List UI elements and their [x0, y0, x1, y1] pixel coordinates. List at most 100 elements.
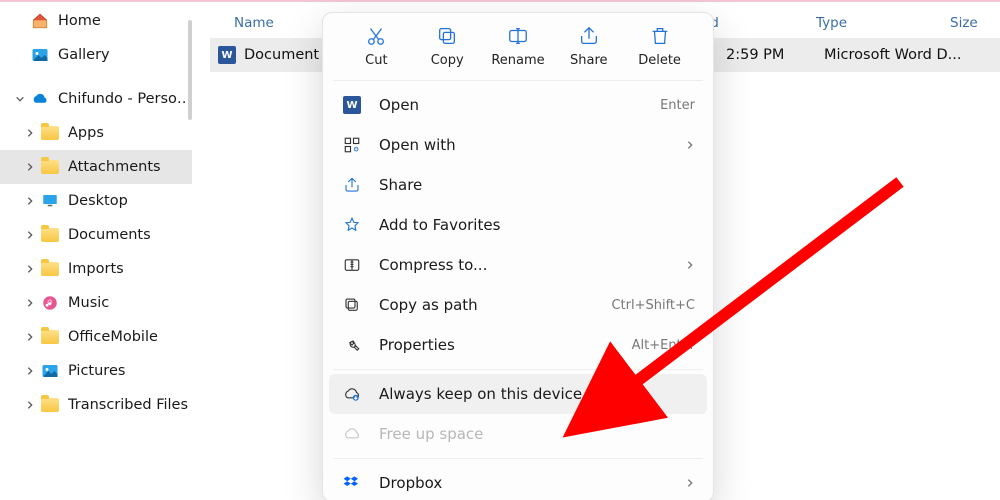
- sidebar-item-attachments[interactable]: Attachments: [0, 150, 192, 184]
- menu-item-label: Share: [379, 176, 695, 194]
- sidebar-item-officemobile[interactable]: OfficeMobile: [0, 320, 192, 354]
- sidebar-item-apps[interactable]: Apps: [0, 116, 192, 150]
- rename-button[interactable]: Rename: [488, 25, 548, 68]
- wrench-icon: [341, 336, 363, 354]
- tool-label: Share: [570, 53, 608, 68]
- file-date: 2:59 PM: [726, 47, 784, 63]
- spacer: [14, 49, 26, 61]
- chevron-right-icon: [24, 161, 36, 173]
- word-icon: W: [341, 96, 363, 114]
- sidebar-item-label: Apps: [68, 125, 192, 141]
- folder-icon: [40, 395, 60, 415]
- chevron-right-icon: [24, 365, 36, 377]
- sidebar-item-desktop[interactable]: Desktop: [0, 184, 192, 218]
- sidebar-item-label: Transcribed Files: [68, 397, 192, 413]
- onedrive-icon: [30, 89, 50, 109]
- chevron-right-icon: [24, 297, 36, 309]
- share-icon: [341, 176, 363, 194]
- picture-icon: [30, 45, 50, 65]
- chevron-right-icon: [685, 136, 695, 154]
- sidebar-item-label: Desktop: [68, 193, 192, 209]
- copy-icon: [436, 25, 458, 47]
- sidebar: Home Gallery Chifundo - Personal Apps At…: [0, 4, 192, 500]
- sidebar-item-onedrive[interactable]: Chifundo - Personal: [0, 82, 192, 116]
- copy-button[interactable]: Copy: [417, 25, 477, 68]
- chevron-right-icon: [685, 256, 695, 274]
- menu-item-label: Free up space: [379, 425, 695, 443]
- sidebar-item-label: Gallery: [58, 47, 192, 63]
- pictures-icon: [40, 361, 60, 381]
- menu-item-label: Add to Favorites: [379, 216, 695, 234]
- separator: [333, 80, 703, 81]
- spacer: [14, 15, 26, 27]
- share-button[interactable]: Share: [559, 25, 619, 68]
- context-menu: Cut Copy Rename Share Delete: [322, 12, 714, 500]
- dropbox-icon: [341, 474, 363, 492]
- chevron-down-icon: [14, 93, 26, 105]
- tool-label: Cut: [365, 53, 387, 68]
- menu-item-label: Open with: [379, 136, 685, 154]
- home-icon: [30, 11, 50, 31]
- chevron-right-icon: [24, 195, 36, 207]
- folder-icon: [40, 157, 60, 177]
- folder-icon: [40, 327, 60, 347]
- menu-item-favorites[interactable]: Add to Favorites: [329, 205, 707, 245]
- tool-label: Delete: [638, 53, 681, 68]
- menu-item-share[interactable]: Share: [329, 165, 707, 205]
- chevron-right-icon: [24, 399, 36, 411]
- menu-item-open-with[interactable]: Open with: [329, 125, 707, 165]
- sidebar-item-label: OfficeMobile: [68, 329, 192, 345]
- column-header-size[interactable]: Size: [950, 15, 990, 31]
- sidebar-item-music[interactable]: Music: [0, 286, 192, 320]
- cut-button[interactable]: Cut: [346, 25, 406, 68]
- menu-item-label: Properties: [379, 336, 632, 354]
- sidebar-item-documents[interactable]: Documents: [0, 218, 192, 252]
- chevron-right-icon: [24, 229, 36, 241]
- menu-item-properties[interactable]: Properties Alt+Enter: [329, 325, 707, 365]
- sidebar-item-label: Pictures: [68, 363, 192, 379]
- file-name: Document: [244, 47, 330, 63]
- tool-label: Copy: [431, 53, 464, 68]
- sidebar-item-imports[interactable]: Imports: [0, 252, 192, 286]
- sidebar-item-gallery[interactable]: Gallery: [0, 38, 192, 72]
- openwith-icon: [341, 136, 363, 154]
- menu-item-accel: Ctrl+Shift+C: [611, 298, 695, 313]
- folder-icon: [40, 259, 60, 279]
- sidebar-item-label: Music: [68, 295, 192, 311]
- menu-item-compress[interactable]: Compress to...: [329, 245, 707, 285]
- folder-icon: [40, 123, 60, 143]
- menu-item-dropbox[interactable]: Dropbox: [329, 463, 707, 500]
- delete-button[interactable]: Delete: [630, 25, 690, 68]
- cloud-down-icon: [341, 385, 363, 403]
- menu-item-free-up-space: Free up space: [329, 414, 707, 454]
- star-icon: [341, 216, 363, 234]
- separator: [333, 369, 703, 370]
- chevron-right-icon: [685, 474, 695, 492]
- menu-item-copy-path[interactable]: Copy as path Ctrl+Shift+C: [329, 285, 707, 325]
- sidebar-item-label: Chifundo - Personal: [58, 91, 192, 107]
- menu-item-label: Compress to...: [379, 256, 685, 274]
- separator: [333, 458, 703, 459]
- sidebar-item-label: Documents: [68, 227, 192, 243]
- sidebar-item-pictures[interactable]: Pictures: [0, 354, 192, 388]
- menu-item-accel: Alt+Enter: [632, 338, 695, 353]
- sidebar-item-home[interactable]: Home: [0, 4, 192, 38]
- menu-item-label: Dropbox: [379, 474, 685, 492]
- chevron-right-icon: [24, 263, 36, 275]
- sidebar-item-transcribed[interactable]: Transcribed Files: [0, 388, 192, 422]
- menu-item-label: Copy as path: [379, 296, 611, 314]
- delete-icon: [649, 25, 671, 47]
- column-header-type[interactable]: Type: [816, 15, 886, 31]
- menu-item-open[interactable]: W Open Enter: [329, 85, 707, 125]
- menu-item-accel: Enter: [660, 98, 695, 113]
- share-icon: [578, 25, 600, 47]
- sidebar-scrollbar[interactable]: [188, 20, 192, 120]
- folder-icon: [40, 225, 60, 245]
- desktop-icon: [40, 191, 60, 211]
- menu-item-always-keep[interactable]: Always keep on this device: [329, 374, 707, 414]
- file-type: Microsoft Word D...: [824, 47, 964, 63]
- chevron-right-icon: [24, 331, 36, 343]
- sidebar-item-label: Attachments: [68, 159, 192, 175]
- cut-icon: [365, 25, 387, 47]
- sidebar-item-label: Imports: [68, 261, 192, 277]
